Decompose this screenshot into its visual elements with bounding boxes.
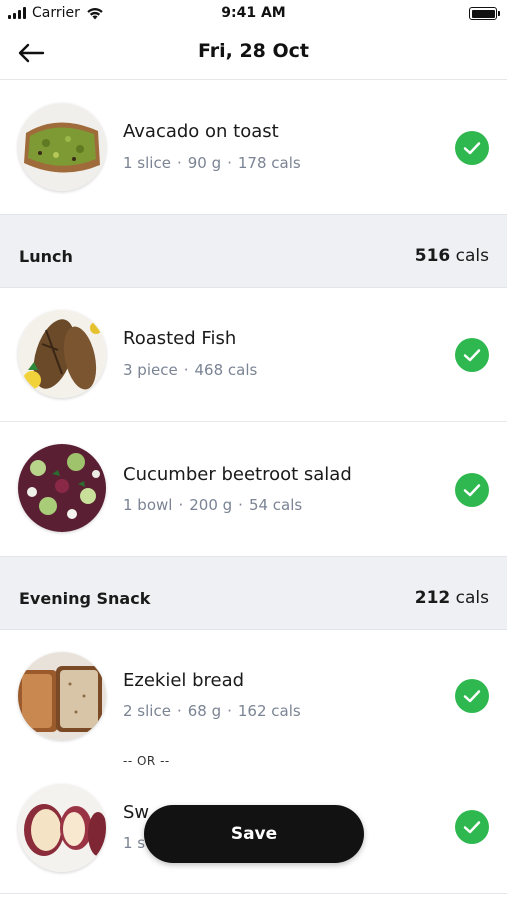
food-weight: 90 g <box>187 154 222 172</box>
section-calories-unit: cals <box>455 246 489 266</box>
or-separator: -- OR -- <box>123 754 170 768</box>
meta-separator: · <box>183 361 189 379</box>
food-meta: 1 s <box>123 834 145 852</box>
section-header-evening-snack: Evening Snack 212 cals <box>0 556 507 630</box>
food-name: Avacado on toast <box>123 121 279 142</box>
food-image-sweet-potato <box>18 784 106 872</box>
food-name: Sw <box>123 802 150 823</box>
food-meta: 2 slice · 68 g · 162 cals <box>123 702 301 720</box>
food-calories: 54 cals <box>248 496 303 514</box>
check-button[interactable] <box>455 473 489 507</box>
meta-separator: · <box>178 496 184 514</box>
status-bar: Carrier 9:41 AM <box>0 0 507 26</box>
food-weight: 68 g <box>187 702 222 720</box>
meta-separator: · <box>227 154 232 172</box>
food-quantity: 1 bowl <box>123 496 173 514</box>
food-image-avocado-toast <box>18 103 106 191</box>
section-calories-value: 212 <box>414 588 451 608</box>
check-button[interactable] <box>455 131 489 165</box>
food-name: Roasted Fish <box>123 328 237 349</box>
check-icon <box>463 484 481 497</box>
check-icon <box>463 349 481 362</box>
food-image-ezekiel-bread <box>18 652 106 740</box>
section-title: Evening Snack <box>19 589 151 608</box>
nav-bar: Fri, 28 Oct <box>0 26 507 80</box>
section-calories: 212 cals <box>415 588 489 608</box>
food-calories: 178 cals <box>237 154 301 172</box>
food-calories: 468 cals <box>194 361 258 379</box>
meta-separator: · <box>176 702 182 720</box>
section-header-lunch: Lunch 516 cals <box>0 214 507 288</box>
page-title: Fri, 28 Oct <box>197 40 310 62</box>
section-calories-value: 516 <box>414 246 451 266</box>
food-weight: 200 g <box>189 496 233 514</box>
food-meta: 1 bowl · 200 g · 54 cals <box>123 496 302 514</box>
food-name: Ezekiel bread <box>123 670 245 691</box>
check-icon <box>463 821 481 834</box>
food-meta: 3 piece · 468 cals <box>123 361 257 379</box>
section-title: Lunch <box>19 247 73 266</box>
list-bottom-divider <box>0 893 507 894</box>
list-item[interactable]: Ezekiel bread 2 slice · 68 g · 162 cals <box>0 630 507 748</box>
save-button[interactable]: Save <box>144 805 364 863</box>
meta-separator: · <box>238 496 243 514</box>
list-item[interactable]: Roasted Fish 3 piece · 468 cals <box>0 288 507 422</box>
list-item[interactable]: Cucumber beetroot salad 1 bowl · 200 g · 54 … <box>0 422 507 556</box>
meta-separator: · <box>227 702 232 720</box>
section-calories: 516 cals <box>415 246 489 266</box>
food-image-roasted-fish <box>18 310 106 398</box>
food-quantity: 1 slice <box>123 154 171 172</box>
battery-icon <box>469 7 500 20</box>
section-calories-unit: cals <box>455 588 489 608</box>
check-button[interactable] <box>455 338 489 372</box>
food-quantity: 3 piece <box>123 361 178 379</box>
check-button[interactable] <box>455 810 489 844</box>
check-icon <box>463 142 481 155</box>
food-calories: 162 cals <box>237 702 301 720</box>
status-time: 9:41 AM <box>221 5 286 21</box>
check-button[interactable] <box>455 679 489 713</box>
food-image-cucumber-beetroot-salad <box>18 444 106 532</box>
list-item[interactable]: Avacado on toast 1 slice · 90 g · 178 cals <box>0 81 507 214</box>
check-icon <box>463 690 481 703</box>
meta-separator: · <box>176 154 182 172</box>
food-quantity: 2 slice <box>123 702 171 720</box>
food-meta: 1 slice · 90 g · 178 cals <box>123 154 301 172</box>
food-quantity: 1 s <box>123 834 146 852</box>
food-name: Cucumber beetroot salad <box>123 464 352 485</box>
